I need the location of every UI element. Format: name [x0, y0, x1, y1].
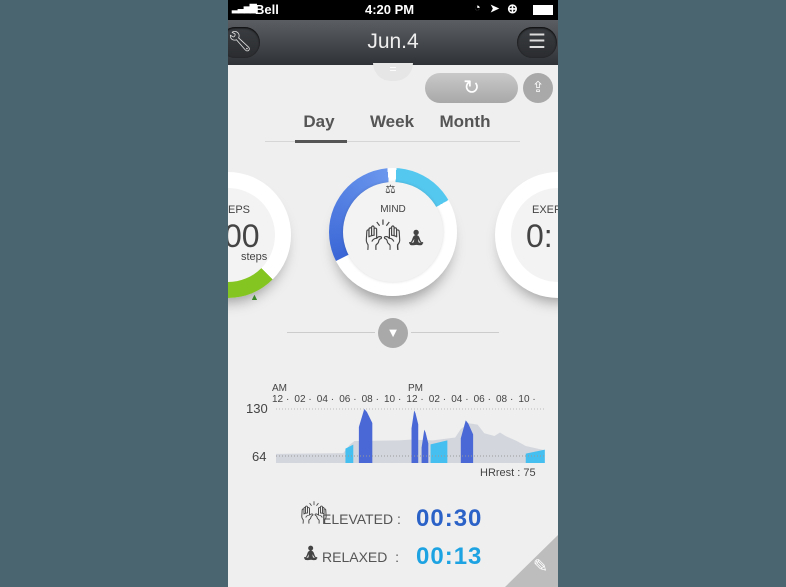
status-bar: ▂▃▅▇ Bell 4:20 PM ◔ ➤ ⊕: [228, 0, 558, 20]
pm-label: PM: [408, 383, 423, 394]
tick-separator: ·: [353, 394, 356, 405]
x-tick-label: 04: [451, 394, 463, 405]
tick-separator: ·: [510, 394, 513, 405]
signal-icon: ▂▃▅▇: [232, 3, 257, 13]
mind-label: MIND: [380, 204, 406, 215]
x-tick-label: 12: [272, 394, 284, 405]
tick-separator: ·: [376, 394, 379, 405]
pull-tab-handle[interactable]: =: [373, 63, 413, 81]
x-tick-label: 02: [294, 394, 306, 405]
tick-separator: ·: [286, 394, 289, 405]
steps-unit: steps: [241, 251, 268, 263]
steps-label: EPS: [228, 204, 251, 216]
x-tick-label: 12: [406, 394, 418, 405]
balance-icon: ⚖: [385, 182, 396, 196]
elevated-value: 00:30: [416, 505, 483, 532]
tick-separator: ·: [308, 394, 311, 405]
x-tick-label: 10: [384, 394, 396, 405]
relaxed-segment: [345, 444, 354, 463]
tick-separator: ·: [465, 394, 468, 405]
active-tab-indicator: [295, 140, 347, 143]
carrier: Bell: [255, 2, 279, 17]
clock-icon: ◔: [474, 2, 481, 14]
phone-screen: ▂▃▅▇ Bell 4:20 PM ◔ ➤ ⊕ 🔧︎ Jun.4 ☰ = ↻ ⇪…: [228, 0, 558, 587]
page-title: Jun.4: [367, 30, 419, 53]
tab-month[interactable]: Month: [425, 112, 505, 132]
tick-separator: ·: [443, 394, 446, 405]
refresh-icon: ↻: [463, 77, 480, 99]
elevated-segment: [358, 409, 373, 463]
x-tick-label: 04: [317, 394, 329, 405]
x-tick-label: 10: [518, 394, 530, 405]
tick-separator: ·: [420, 394, 423, 405]
elevated-label: ELEVATED :: [322, 511, 401, 527]
x-tick-label: 06: [474, 394, 486, 405]
elevated-segment: [411, 410, 419, 463]
share-button[interactable]: ⇪: [523, 73, 553, 103]
y-min-label: 64: [252, 449, 266, 464]
pencil-icon[interactable]: ✎: [533, 556, 548, 577]
x-tick-label: 08: [496, 394, 508, 405]
divider-right: [411, 332, 499, 333]
relaxed-label: RELAXED :: [322, 549, 400, 565]
nav-bar: 🔧︎ Jun.4 ☰: [228, 20, 558, 65]
tab-day[interactable]: Day: [279, 112, 359, 132]
tab-week[interactable]: Week: [352, 112, 432, 132]
share-icon: ⇪: [531, 79, 545, 96]
menu-icon: ☰: [528, 31, 546, 53]
chevron-down-icon: ▼: [386, 325, 400, 340]
elevated-figure-icon: 🙌︎: [364, 219, 403, 252]
clock: 4:20 PM: [365, 2, 415, 17]
tick-separator: ·: [331, 394, 334, 405]
heart-rate-chart: AM PM12 · 02 · 04 · 06 · 08 · 10 · 12 · 02 · 04 · 06 · 08 · 10 ·…: [246, 383, 545, 479]
menu-button[interactable]: ☰: [517, 27, 557, 58]
steps-value: 00: [228, 218, 260, 254]
y-max-label: 130: [246, 401, 268, 416]
tick-separator: ·: [398, 394, 401, 405]
background-heart-rate-area: [276, 423, 545, 463]
refresh-button[interactable]: ↻: [425, 73, 518, 103]
exercise-label: EXER: [532, 204, 558, 216]
tick-separator: ·: [488, 394, 491, 405]
hrrest-label: HRrest : 75: [480, 467, 536, 479]
x-tick-label: 02: [429, 394, 441, 405]
elevated-segment: [421, 429, 429, 463]
expand-button[interactable]: ▼: [378, 318, 408, 348]
x-tick-label: 06: [339, 394, 351, 405]
tick-separator: ·: [532, 394, 535, 405]
rotation-lock-icon: ⊕: [507, 1, 518, 16]
goal-marker-icon: ▲: [250, 292, 259, 302]
relaxed-value: 00:13: [416, 543, 483, 570]
location-icon: ➤: [490, 3, 500, 15]
edit-button[interactable]: [505, 535, 558, 587]
exercise-value: 0:: [526, 218, 553, 254]
am-label: AM: [272, 383, 287, 394]
divider-left: [287, 332, 375, 333]
relaxed-icon: 🧘︎: [301, 545, 321, 562]
battery-icon: [533, 5, 553, 15]
x-tick-label: 08: [362, 394, 374, 405]
relaxed-figure-icon: 🧘︎: [406, 230, 427, 247]
